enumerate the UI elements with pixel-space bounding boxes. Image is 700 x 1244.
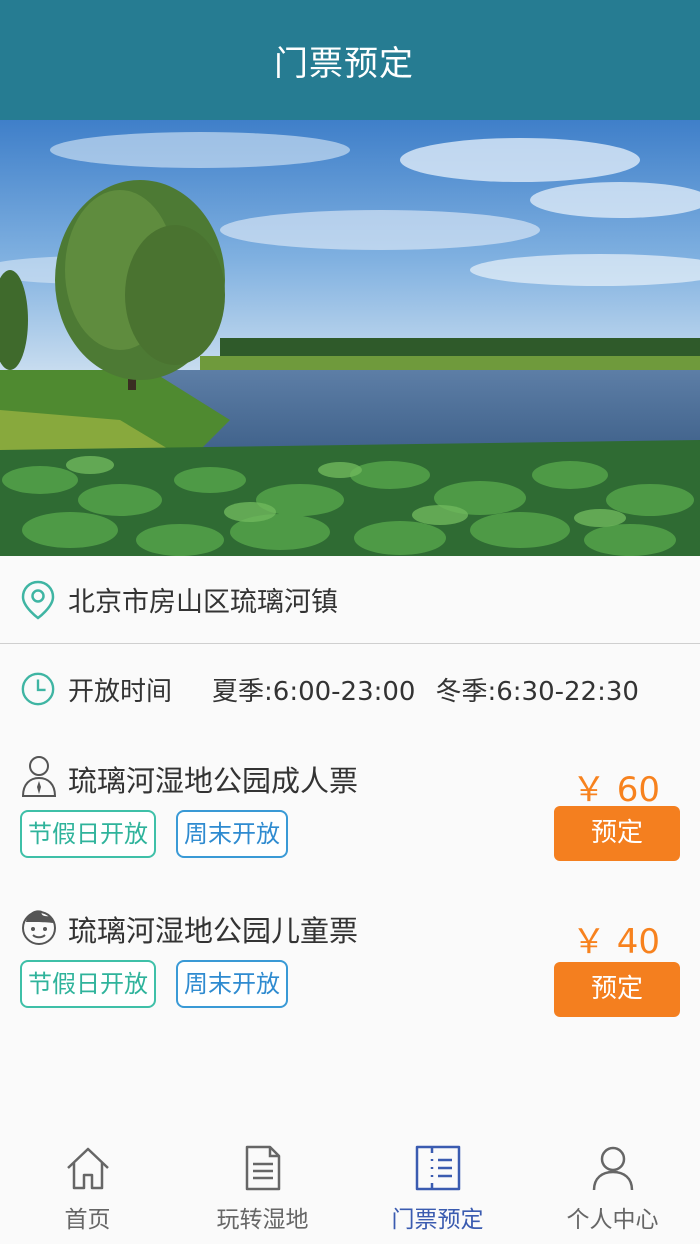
location-pin-icon: [20, 580, 56, 620]
summer-hours: 夏季:6:00-23:00: [212, 676, 416, 707]
winter-hours: 冬季:6:30-22:30: [435, 676, 639, 707]
document-icon: [245, 1145, 280, 1191]
nav-label-ticket-booking: 门票预定: [391, 1207, 484, 1233]
adult-person-icon: [20, 754, 58, 798]
page-title: 门票预定: [274, 43, 414, 84]
holiday-open-tag: 节假日开放: [20, 810, 156, 858]
clock-icon: [20, 669, 56, 709]
book-adult-ticket-button[interactable]: 预定: [554, 806, 680, 861]
ticket-icon: [415, 1145, 460, 1191]
app-header: 门票预定: [0, 0, 700, 120]
book-child-ticket-button[interactable]: 预定: [554, 962, 680, 1017]
child-face-icon: [20, 904, 58, 948]
ticket-price: ￥ 40: [571, 922, 660, 962]
opening-hours-row: 开放时间 夏季:6:00-23:00 冬季:6:30-22:30: [0, 645, 700, 733]
weekend-open-tag: 周末开放: [176, 960, 288, 1008]
bottom-nav: 首页 玩转湿地 门票预定 个人中心: [0, 1130, 700, 1244]
address-text: 北京市房山区琉璃河镇: [68, 587, 338, 618]
nav-item-explore-wetland[interactable]: 玩转湿地: [175, 1130, 350, 1244]
ticket-tags: 节假日开放 周末开放: [20, 960, 308, 1008]
nav-item-personal-center[interactable]: 个人中心: [525, 1130, 700, 1244]
wetland-park-photo: [0, 120, 700, 556]
ticket-tags: 节假日开放 周末开放: [20, 810, 308, 858]
nav-item-ticket-booking[interactable]: 门票预定: [350, 1130, 525, 1244]
nav-label-personal-center: 个人中心: [566, 1207, 659, 1233]
nav-item-home[interactable]: 首页: [0, 1130, 175, 1244]
address-row: 北京市房山区琉璃河镇: [0, 556, 700, 644]
opening-hours-label: 开放时间: [68, 676, 173, 707]
weekend-open-tag: 周末开放: [176, 810, 288, 858]
ticket-name: 琉璃河湿地公园儿童票: [68, 914, 359, 948]
user-icon: [592, 1146, 633, 1191]
ticket-booking-screen: 门票预定 北京市房山区琉璃河镇 开放时间 夏季:6:00-23:00 冬季:6:…: [0, 0, 700, 1244]
ticket-name: 琉璃河湿地公园成人票: [68, 764, 359, 798]
holiday-open-tag: 节假日开放: [20, 960, 156, 1008]
nav-label-explore-wetland: 玩转湿地: [216, 1207, 309, 1233]
ticket-item-adult: 琉璃河湿地公园成人票 节假日开放 周末开放 ￥ 60 预定: [0, 750, 700, 890]
ticket-item-child: 琉璃河湿地公园儿童票 节假日开放 周末开放 ￥ 40 预定: [0, 900, 700, 1040]
home-icon: [66, 1147, 109, 1190]
ticket-price: ￥ 60: [571, 770, 660, 810]
nav-label-home: 首页: [64, 1207, 111, 1233]
